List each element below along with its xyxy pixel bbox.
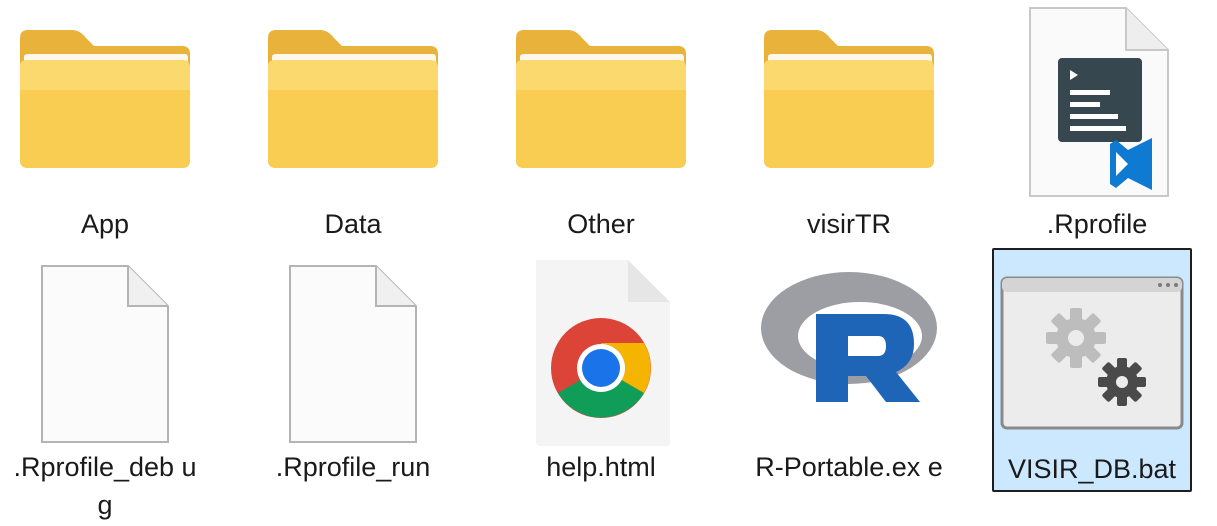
file-name: Data: [324, 209, 382, 239]
file-item-data[interactable]: Data: [258, 10, 448, 250]
batch-gears-icon: [994, 250, 1184, 450]
blank-file-icon: [10, 252, 200, 452]
file-item-rprofile[interactable]: .Rprofile: [1002, 0, 1192, 250]
folder-icon: [506, 10, 696, 210]
file-name: R-Portable.ex e: [755, 452, 943, 482]
file-name: .Rprofile_run: [275, 452, 431, 482]
file-name: App: [80, 209, 130, 239]
file-item-other[interactable]: Other: [506, 10, 696, 250]
chrome-icon: [506, 252, 696, 452]
file-grid: App Data Other visirTR .Rprofile .Rprofi…: [0, 0, 1217, 526]
file-name: help.html: [546, 452, 656, 482]
file-item-rprofile-run[interactable]: .Rprofile_run: [258, 252, 448, 492]
file-item-r-portable[interactable]: R-Portable.ex e: [754, 252, 944, 526]
folder-icon: [258, 10, 448, 210]
file-item-visir-db-bat[interactable]: VISIR_DB.bat: [992, 248, 1192, 492]
file-name: VISIR_DB.bat: [1007, 454, 1177, 484]
file-name: Other: [567, 209, 635, 239]
blank-file-icon: [258, 252, 448, 452]
file-item-help-html[interactable]: help.html: [506, 252, 696, 492]
folder-icon: [10, 10, 200, 210]
file-name: visirTR: [807, 209, 891, 239]
file-name: .Rprofile: [1046, 209, 1148, 239]
file-name: .Rprofile_deb ug: [13, 452, 197, 520]
r-logo-icon: [754, 252, 944, 452]
file-item-app[interactable]: App: [10, 10, 200, 250]
file-item-visirtr[interactable]: visirTR: [754, 10, 944, 250]
folder-icon: [754, 10, 944, 210]
vscode-file-icon: [1002, 0, 1192, 200]
file-item-rprofile-debug[interactable]: .Rprofile_deb ug: [10, 252, 200, 526]
